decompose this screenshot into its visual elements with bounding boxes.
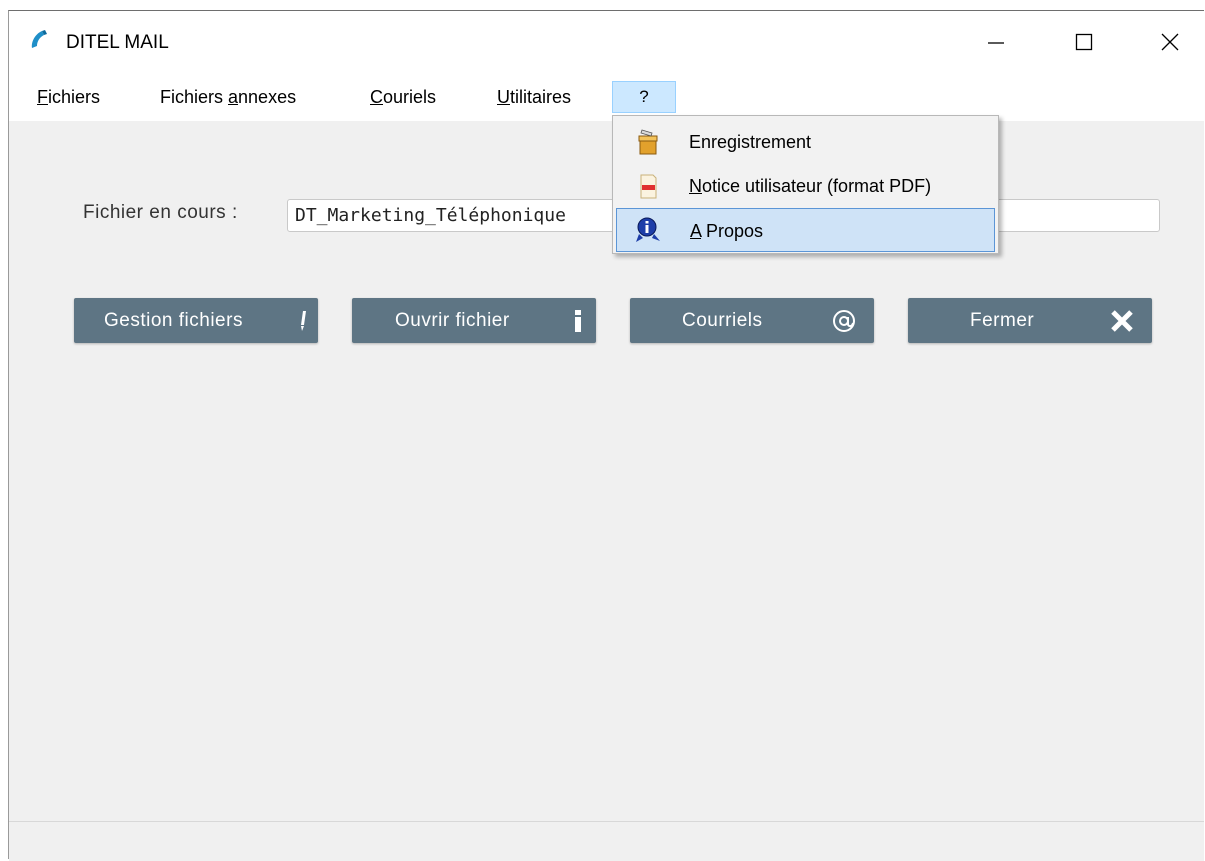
menu-label: ouriels	[383, 87, 437, 107]
button-label: Ouvrir fichier	[395, 310, 510, 331]
about-icon	[636, 217, 660, 242]
window-title: DITEL MAIL	[66, 32, 169, 53]
at-sign-icon	[828, 298, 860, 343]
menu-label: nnexes	[238, 87, 297, 107]
phone-handset-icon	[31, 30, 47, 48]
menu-item-label: Enregistrement	[689, 132, 812, 152]
menu-item-enregistrement[interactable]: Enregistrement	[616, 120, 995, 164]
pencil-icon	[296, 298, 310, 343]
maximize-button[interactable]	[1049, 16, 1119, 68]
menu-label: tilitaires	[510, 87, 572, 107]
mnemonic: C	[370, 87, 383, 107]
pdf-icon	[640, 174, 657, 199]
courriels-button[interactable]: Courriels	[630, 298, 874, 343]
button-label: Courriels	[682, 310, 763, 331]
menu-item-text: Propos	[701, 221, 764, 241]
menu-fichiers[interactable]: Fichiers	[37, 73, 100, 121]
close-x-icon	[1104, 298, 1140, 343]
mnemonic: F	[37, 87, 48, 107]
button-label: Gestion fichiers	[104, 310, 243, 331]
maximize-icon	[1075, 33, 1093, 51]
mnemonic: N	[689, 176, 702, 196]
mnemonic: U	[497, 87, 510, 107]
close-window-button[interactable]	[1135, 16, 1205, 68]
button-label: Fermer	[970, 310, 1035, 331]
menu-label: Fichiers	[160, 87, 229, 107]
fermer-button[interactable]: Fermer	[908, 298, 1152, 343]
minimize-icon	[988, 42, 1004, 44]
help-dropdown-menu: Enregistrement Notice utilisateur (forma…	[612, 115, 999, 254]
menu-bar: Fichiers Fichiers annexes Couriels Utili…	[9, 73, 1204, 121]
gestion-fichiers-button[interactable]: Gestion fichiers	[74, 298, 318, 343]
ouvrir-fichier-button[interactable]: Ouvrir fichier	[352, 298, 596, 343]
menu-help[interactable]: ?	[612, 81, 676, 113]
title-bar[interactable]: DITEL MAIL	[9, 11, 1204, 73]
menu-item-notice-utilisateur[interactable]: Notice utilisateur (format PDF)	[616, 164, 995, 208]
mnemonic: A	[690, 221, 702, 241]
app-window: DITEL MAIL Fichiers Fichiers annexes Cou…	[8, 10, 1204, 861]
minimize-button[interactable]	[961, 16, 1031, 68]
menu-item-label: A Propos	[690, 209, 763, 253]
info-icon	[570, 298, 586, 343]
menu-fichiers-annexes[interactable]: Fichiers annexes	[160, 73, 296, 121]
status-bar	[9, 821, 1204, 861]
menu-label: ichiers	[48, 87, 101, 107]
menu-item-a-propos[interactable]: A Propos	[616, 208, 995, 252]
registration-icon	[638, 129, 658, 155]
menu-item-label: Notice utilisateur (format PDF)	[689, 164, 931, 208]
current-file-label: Fichier en cours :	[83, 202, 238, 223]
mnemonic: a	[228, 87, 239, 107]
menu-item-text: otice utilisateur (format PDF)	[702, 176, 932, 196]
close-icon	[1161, 33, 1179, 51]
menu-utilitaires[interactable]: Utilitaires	[497, 73, 571, 121]
menu-couriels[interactable]: Couriels	[370, 73, 436, 121]
